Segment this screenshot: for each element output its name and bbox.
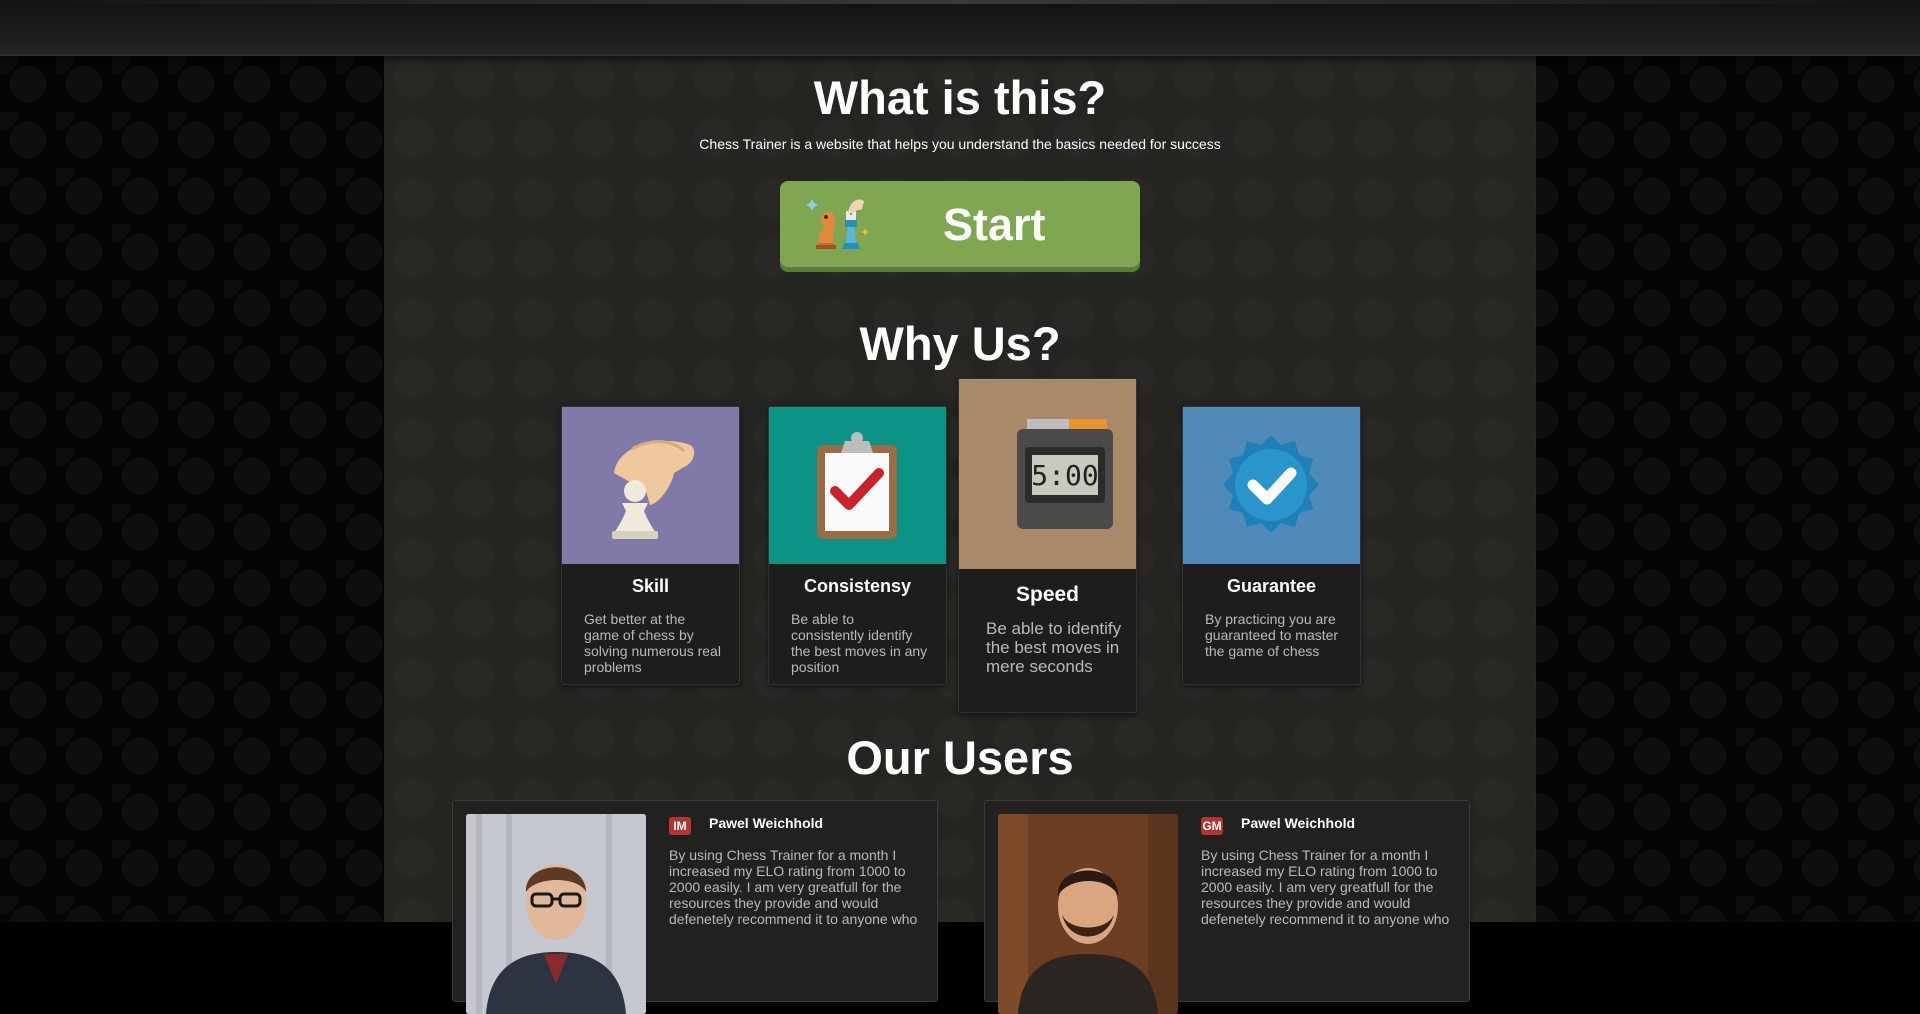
user-testimonial-text: By using Chess Trainer for a month I inc…: [669, 847, 918, 927]
what-is-this-heading: What is this?: [813, 71, 1107, 124]
feature-image-speed: 5:00: [959, 379, 1136, 569]
feature-image-guarantee: [1183, 407, 1360, 564]
user-testimonial-card: IM Pawel Weichhold By using Chess Traine…: [452, 800, 938, 1014]
chess-pieces-icon: [806, 199, 869, 249]
user-testimonial-card: GM Pawel Weichhold By using Chess Traine…: [984, 800, 1470, 1014]
feature-desc-consistency: Be able to consistently identify the bes…: [791, 611, 928, 675]
feature-card-speed[interactable]: 5:00 Speed Be able to identify the best …: [958, 378, 1137, 713]
clipboard-check-icon: [817, 432, 897, 539]
user-avatar-1: [466, 814, 646, 1014]
chess-clock-icon: 5:00: [1017, 419, 1113, 529]
main-content: What is this? Chess Trainer is a website…: [384, 48, 1536, 1014]
start-button[interactable]: Start: [780, 181, 1140, 267]
user-name: Pawel Weichhold: [1241, 815, 1356, 831]
user-title-badge: IM: [669, 817, 691, 835]
feature-desc-speed: Be able to identify the best moves in me…: [986, 619, 1122, 676]
feature-title-guarantee: Guarantee: [1226, 576, 1317, 596]
why-us-heading: Why Us?: [859, 317, 1061, 370]
user-name: Pawel Weichhold: [709, 815, 824, 831]
user-avatar-2: [998, 814, 1178, 1014]
feature-title-consistency: Consistensy: [803, 576, 912, 596]
feature-image-skill: [562, 407, 739, 564]
feature-desc-skill: Get better at the game of chess by solvi…: [584, 611, 721, 675]
feature-title-speed: Speed: [1015, 583, 1080, 606]
our-users-heading: Our Users: [846, 731, 1074, 784]
user-testimonial-text: By using Chess Trainer for a month I inc…: [1201, 847, 1450, 927]
feature-card-skill[interactable]: Skill Get better at the game of chess by…: [561, 406, 740, 685]
verified-badge-icon: [1223, 435, 1319, 533]
hero-subtitle: Chess Trainer is a website that helps yo…: [699, 136, 1221, 152]
top-navigation-bar: [0, 0, 1920, 56]
feature-card-guarantee[interactable]: Guarantee By practicing you are guarante…: [1182, 406, 1361, 685]
start-button-label: Start: [943, 199, 1046, 250]
feature-card-consistency[interactable]: Consistensy Be able to consistently iden…: [768, 406, 947, 685]
pawn-hand-icon: [612, 440, 695, 539]
feature-image-consistency: [769, 407, 946, 564]
feature-desc-guarantee: By practicing you are guaranteed to mast…: [1205, 611, 1339, 659]
user-title-badge: GM: [1201, 817, 1223, 835]
feature-title-skill: Skill: [631, 576, 670, 596]
clock-display-text: 5:00: [1031, 459, 1098, 492]
